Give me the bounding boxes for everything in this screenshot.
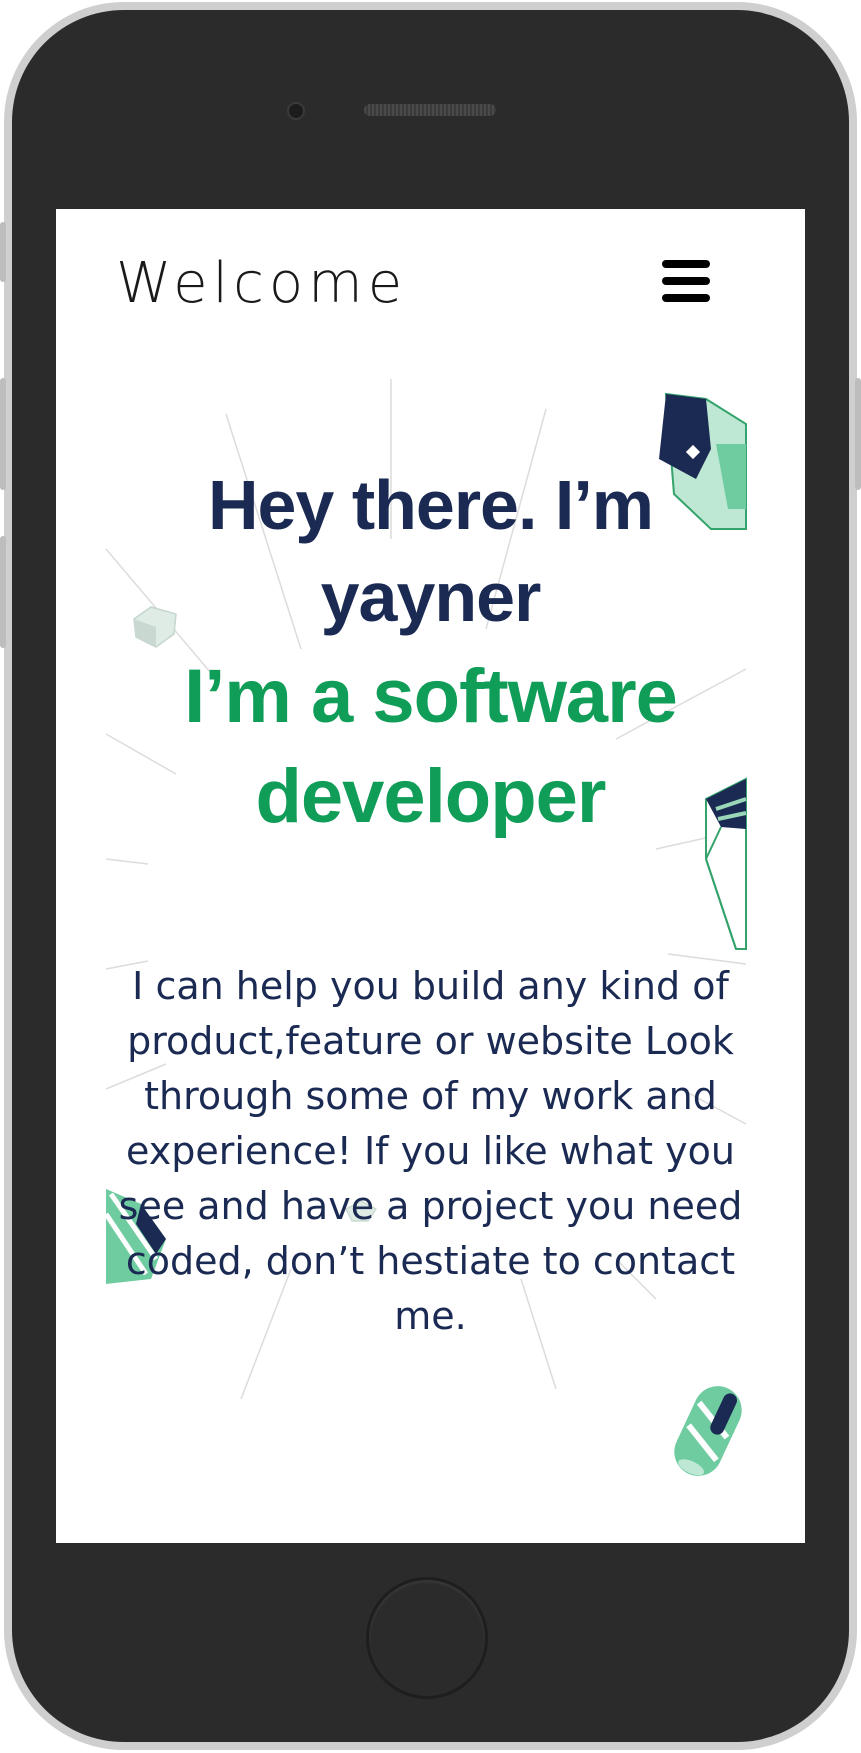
hero-role: I’m a software developer bbox=[184, 654, 678, 839]
hamburger-menu-icon[interactable] bbox=[662, 260, 710, 302]
hero-section: Hey there. I’m yayner I’m a software dev… bbox=[56, 459, 805, 847]
site-brand[interactable]: Welcome bbox=[116, 251, 407, 316]
hero-title: Hey there. I’m yayner bbox=[207, 466, 654, 636]
intro-text: I can help you build any kind of product… bbox=[118, 964, 743, 1338]
earpiece-speaker bbox=[364, 104, 496, 116]
home-button[interactable] bbox=[366, 1577, 488, 1699]
mute-switch bbox=[0, 222, 6, 282]
top-nav: Welcome bbox=[56, 209, 805, 349]
front-camera bbox=[287, 102, 305, 120]
power-button bbox=[855, 378, 861, 490]
volume-up-button bbox=[0, 378, 6, 490]
app-screen: Welcome Hey there. I’m yayner I’m a soft… bbox=[56, 209, 805, 1543]
volume-down-button bbox=[0, 536, 6, 648]
cylinder-shape-icon bbox=[674, 1386, 742, 1476]
